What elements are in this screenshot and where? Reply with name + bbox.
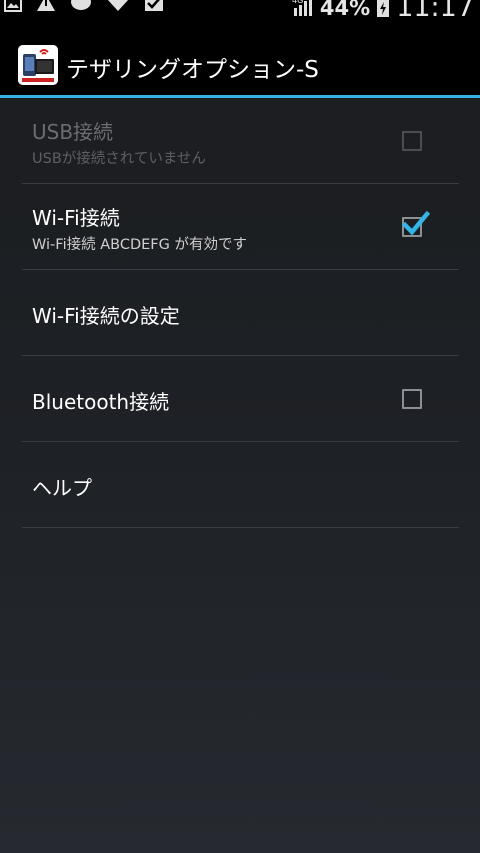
list-item-bluetooth-tethering[interactable]: Bluetooth接続 xyxy=(22,356,459,442)
list-item-help[interactable]: ヘルプ xyxy=(22,442,459,528)
list-item-title: Wi-Fi接続 xyxy=(32,206,120,230)
clock: 11:17 xyxy=(396,0,474,22)
system-icons: 4G 44% 11:17 xyxy=(292,0,474,22)
list-item-title: USB接続 xyxy=(32,120,114,144)
action-bar: テザリングオプション-S xyxy=(0,22,480,95)
list-item-title: Wi-Fi接続の設定 xyxy=(32,304,180,328)
chat-icon xyxy=(70,0,92,16)
usb-checkbox[interactable] xyxy=(402,131,422,151)
page-title: テザリングオプション-S xyxy=(66,57,319,83)
tethering-app-icon[interactable] xyxy=(18,45,58,85)
wifi-icon xyxy=(106,0,130,16)
signal-4g-icon: 4G xyxy=(292,0,314,22)
list-item-subtitle: Wi-Fi接続 ABCDEFG が有効です xyxy=(32,237,247,253)
settings-list: USB接続 USBが接続されていません Wi-Fi接続 Wi-Fi接続 ABCD… xyxy=(22,98,459,528)
list-item-usb-tethering[interactable]: USB接続 USBが接続されていません xyxy=(22,98,459,184)
battery-icon xyxy=(376,0,390,22)
status-bar: 4G 44% 11:17 xyxy=(0,0,480,22)
notification-icons xyxy=(4,0,164,16)
battery-percent: 44% xyxy=(319,0,371,20)
list-item-subtitle: USBが接続されていません xyxy=(32,151,206,167)
list-item-title: Bluetooth接続 xyxy=(32,390,170,414)
list-item-title: ヘルプ xyxy=(32,476,92,500)
check-icon xyxy=(144,0,164,16)
list-item-wifi-settings[interactable]: Wi-Fi接続の設定 xyxy=(22,270,459,356)
gallery-icon xyxy=(4,0,22,16)
list-item-wifi-tethering[interactable]: Wi-Fi接続 Wi-Fi接続 ABCDEFG が有効です xyxy=(22,184,459,270)
network-type-label: 4G xyxy=(292,0,303,5)
checkmark-icon xyxy=(402,210,430,236)
bluetooth-checkbox[interactable] xyxy=(402,389,422,409)
alert-icon xyxy=(36,0,56,16)
wifi-checkbox[interactable] xyxy=(402,210,430,237)
